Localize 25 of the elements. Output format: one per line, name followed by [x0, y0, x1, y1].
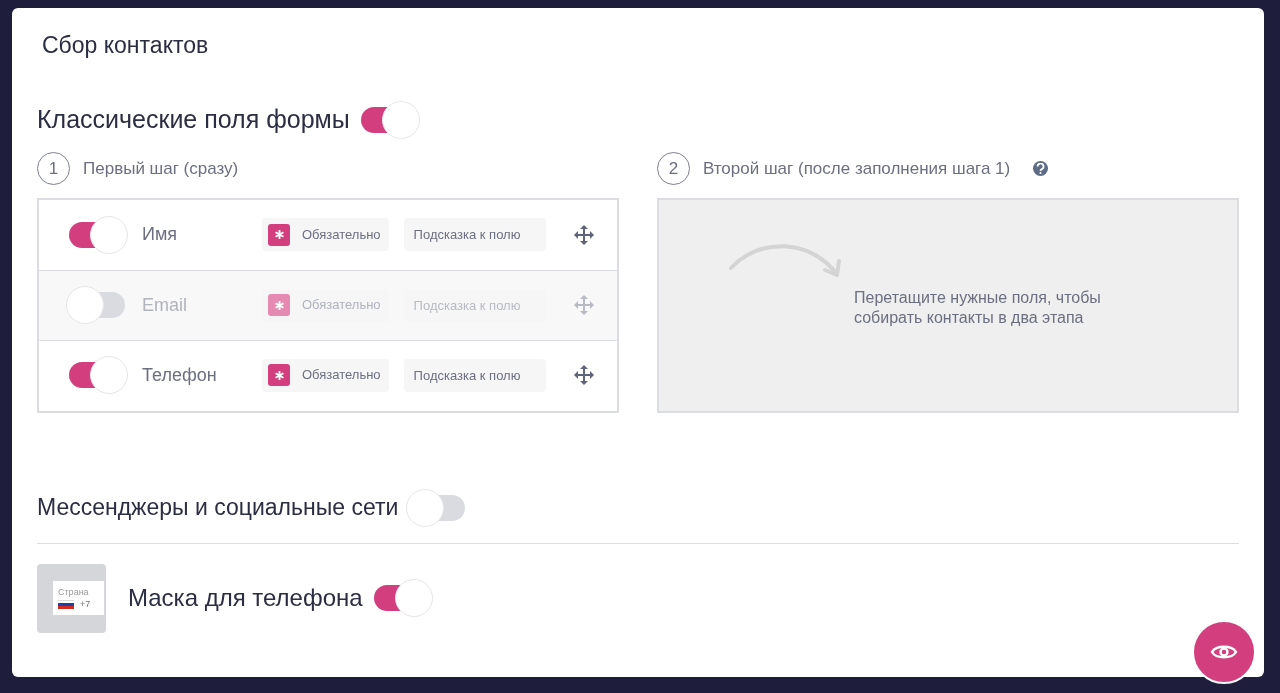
required-checkbox[interactable]: Обязательно — [262, 218, 389, 251]
hint-field[interactable]: Подсказка к полю — [403, 218, 546, 251]
section-title: Классические поля формы — [37, 103, 350, 135]
help-icon[interactable] — [1033, 161, 1049, 176]
move-icon[interactable] — [573, 224, 594, 245]
asterisk-icon — [268, 364, 290, 386]
drop-zone[interactable]: Перетащите нужные поля, чтобы собирать контакты в два этапа — [657, 197, 1239, 413]
flag-icon — [58, 599, 74, 609]
preview-caption: Страна — [58, 587, 90, 597]
field-label: Email — [142, 293, 188, 317]
move-icon[interactable] — [573, 365, 594, 385]
hint-field[interactable]: Подсказка к полю — [403, 358, 546, 392]
preview-code: +7 — [80, 599, 91, 609]
drop-hint: Перетащите нужные поля, чтобы собирать контакты в два этапа — [854, 287, 1102, 328]
section-title: Маска для телефона — [128, 583, 363, 613]
asterisk-icon — [268, 223, 290, 246]
step-label: Первый шаг (сразу) — [83, 157, 239, 180]
page-title: Сбор контактов — [42, 31, 210, 60]
field-label: Имя — [142, 223, 179, 246]
eye-icon — [1210, 643, 1238, 661]
asterisk-icon — [268, 294, 290, 316]
step-label: Второй шаг (после заполнения шага 1) — [703, 157, 1011, 180]
section-title: Мессенджеры и социальные сети — [37, 493, 399, 523]
required-checkbox[interactable]: Обязательно — [262, 358, 389, 392]
field-label: Телефон — [142, 363, 218, 387]
